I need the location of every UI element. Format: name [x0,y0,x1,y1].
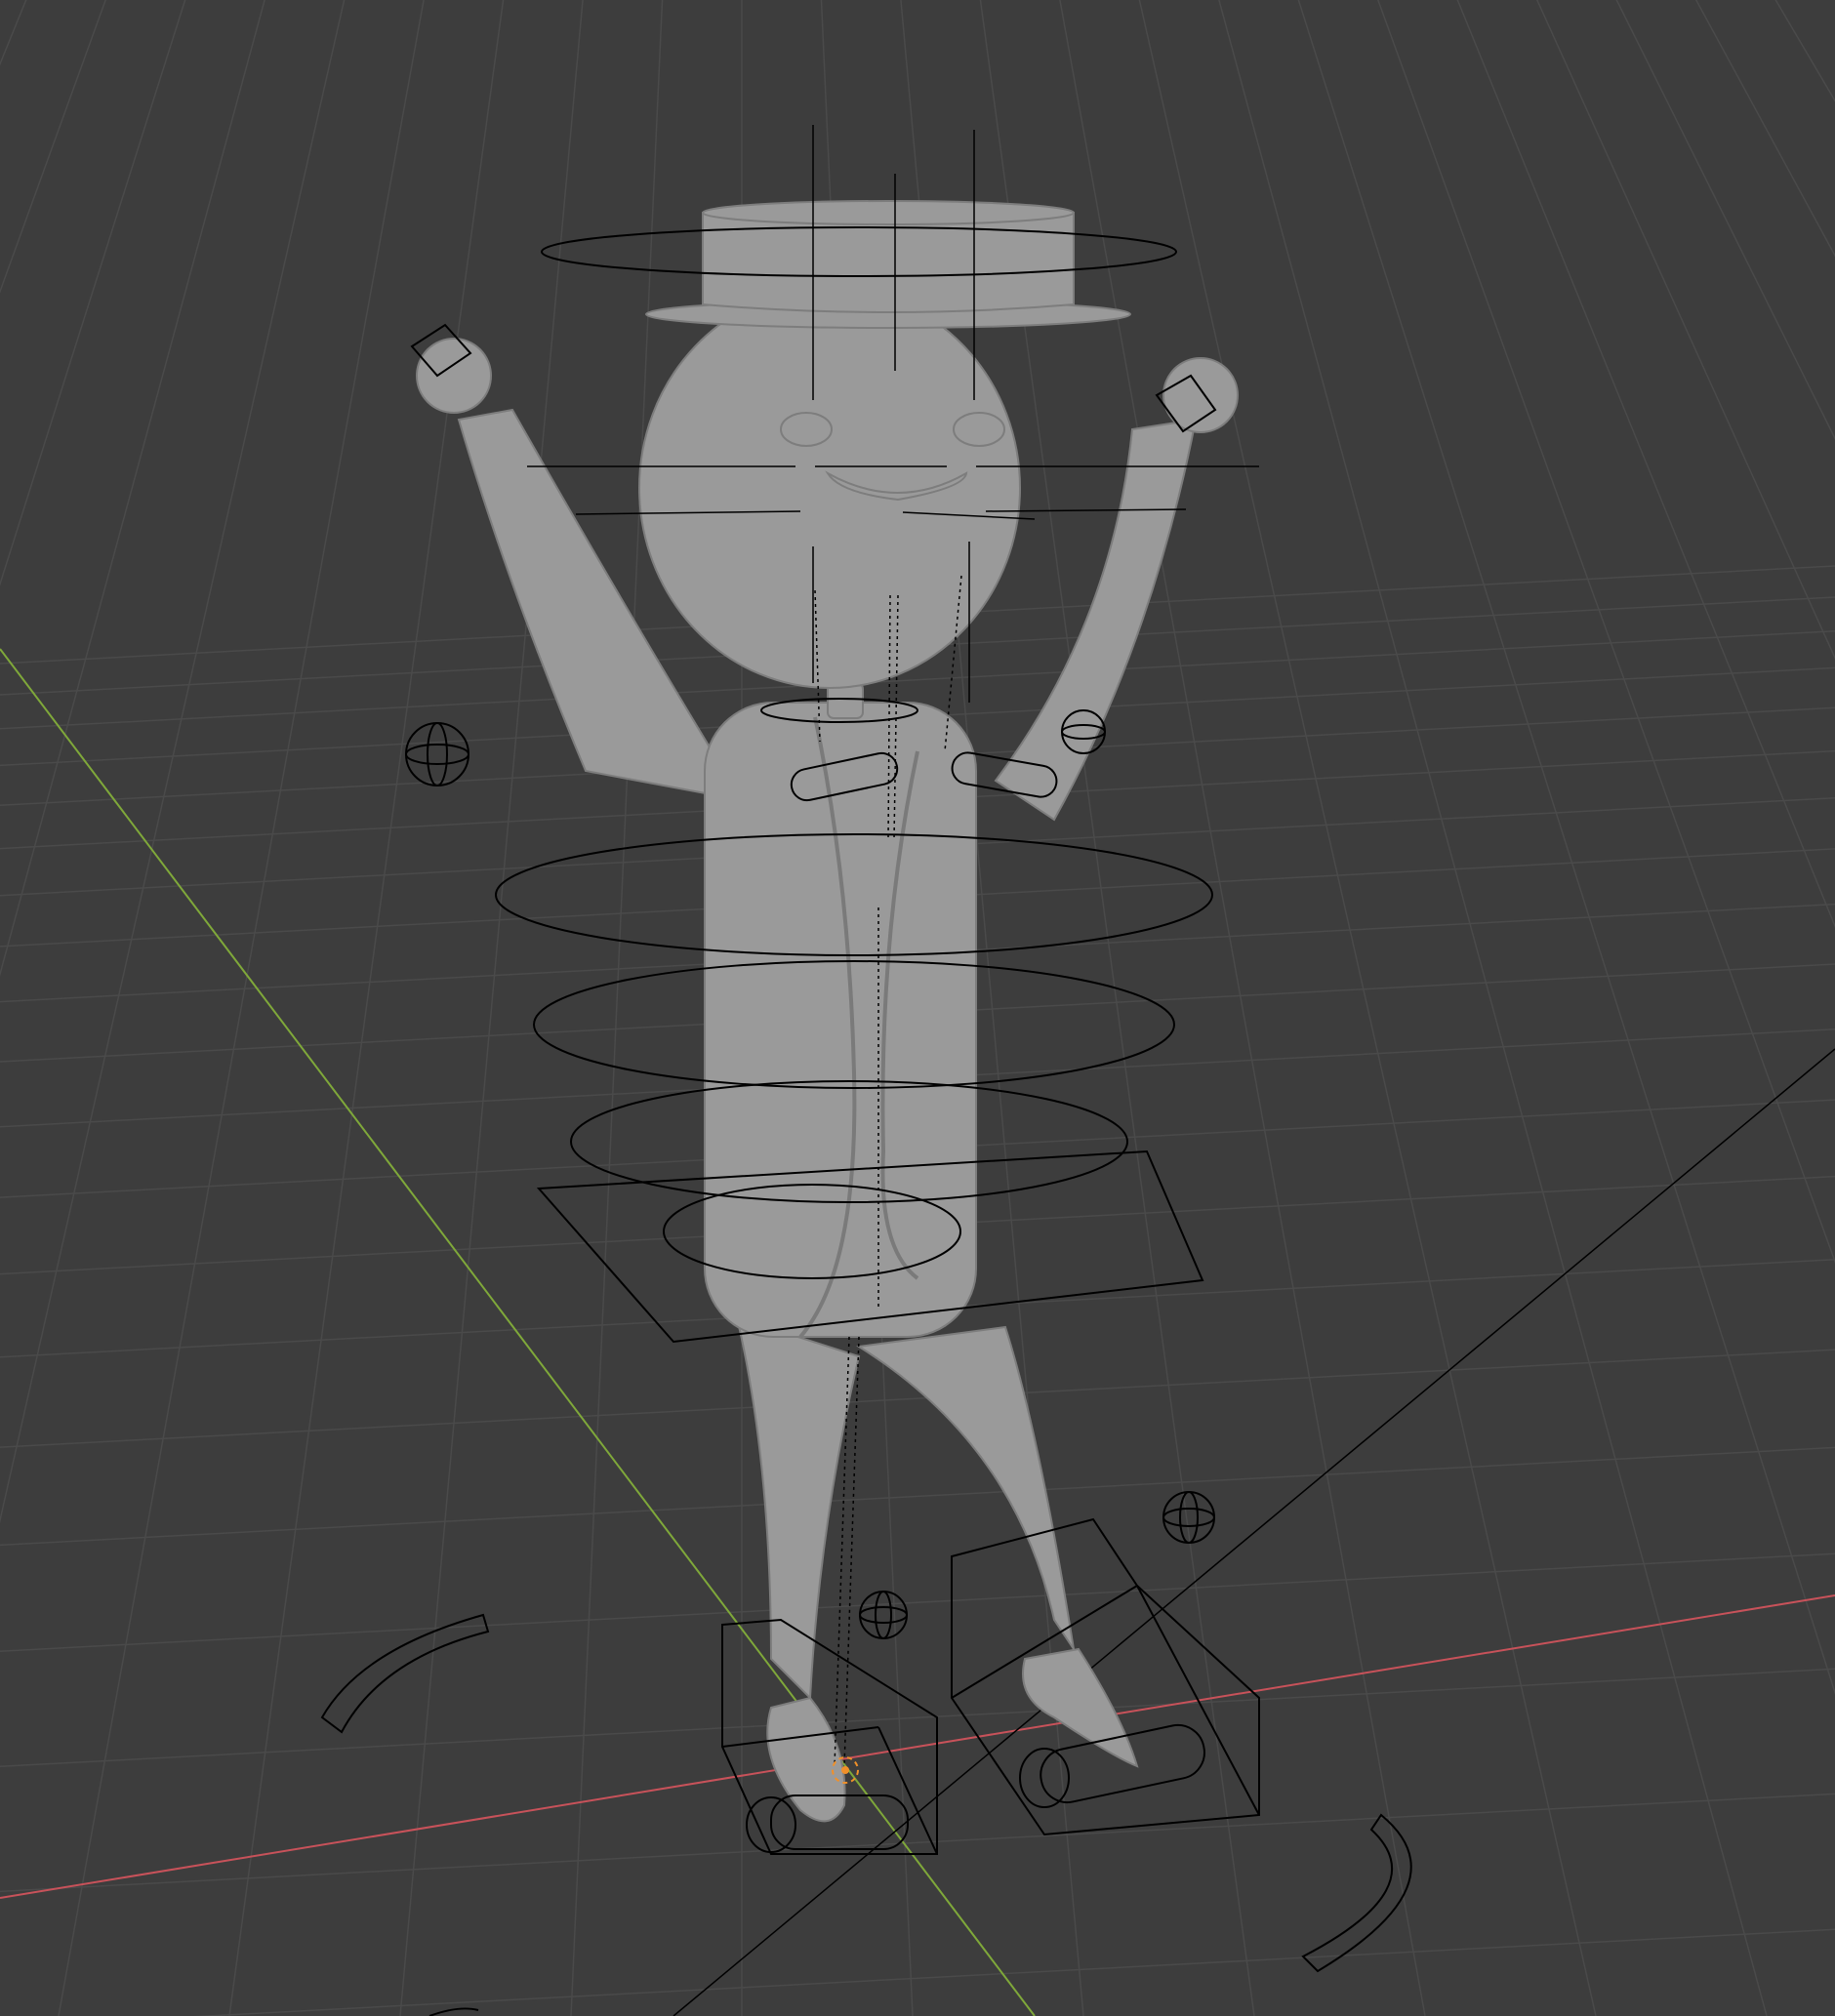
grid-line [1780,0,1835,2016]
grid-line [228,0,505,2016]
left-elbow-pole[interactable] [405,722,469,786]
right-leg[interactable] [856,1325,1075,1650]
grid-line [1138,0,1597,2016]
grid-line [0,1793,1835,1893]
grid-line [0,0,28,2016]
grid-line [0,0,93,2016]
left-hand[interactable] [416,338,492,414]
grid-line [1694,0,1835,258]
grid-line [1535,0,1835,661]
x-axis-line [0,1594,1835,1899]
grid-line [1716,0,1835,2016]
grid-line [0,1446,1835,1547]
grid-line [1615,0,1835,440]
grid-line [1377,0,1835,1265]
grid-line [0,0,27,66]
left-eye [780,412,833,447]
left-knee-pole[interactable] [859,1591,908,1639]
grid-line [570,0,664,2016]
grid-line [0,0,106,294]
grid-line [193,1928,1835,2016]
grid-line [0,1552,1835,1652]
ground-arc [428,2007,479,2016]
grid-line [0,0,186,586]
left-leg[interactable] [735,1315,861,1701]
right-arm[interactable] [994,418,1198,822]
right-knee-arc[interactable] [1301,1813,1412,1973]
grid-line [0,0,265,978]
3d-viewport[interactable] [0,0,1835,2016]
grid-line [1297,0,1835,1696]
grid-line [1218,0,1768,2016]
grid-line [1456,0,1835,929]
grid-line [399,0,584,2016]
right-eye [953,412,1005,447]
grid-line [1774,0,1835,102]
head[interactable] [638,287,1021,689]
hat-top [702,200,1075,225]
grid-line [0,0,346,1524]
viewport-canvas[interactable] [0,0,1835,2016]
